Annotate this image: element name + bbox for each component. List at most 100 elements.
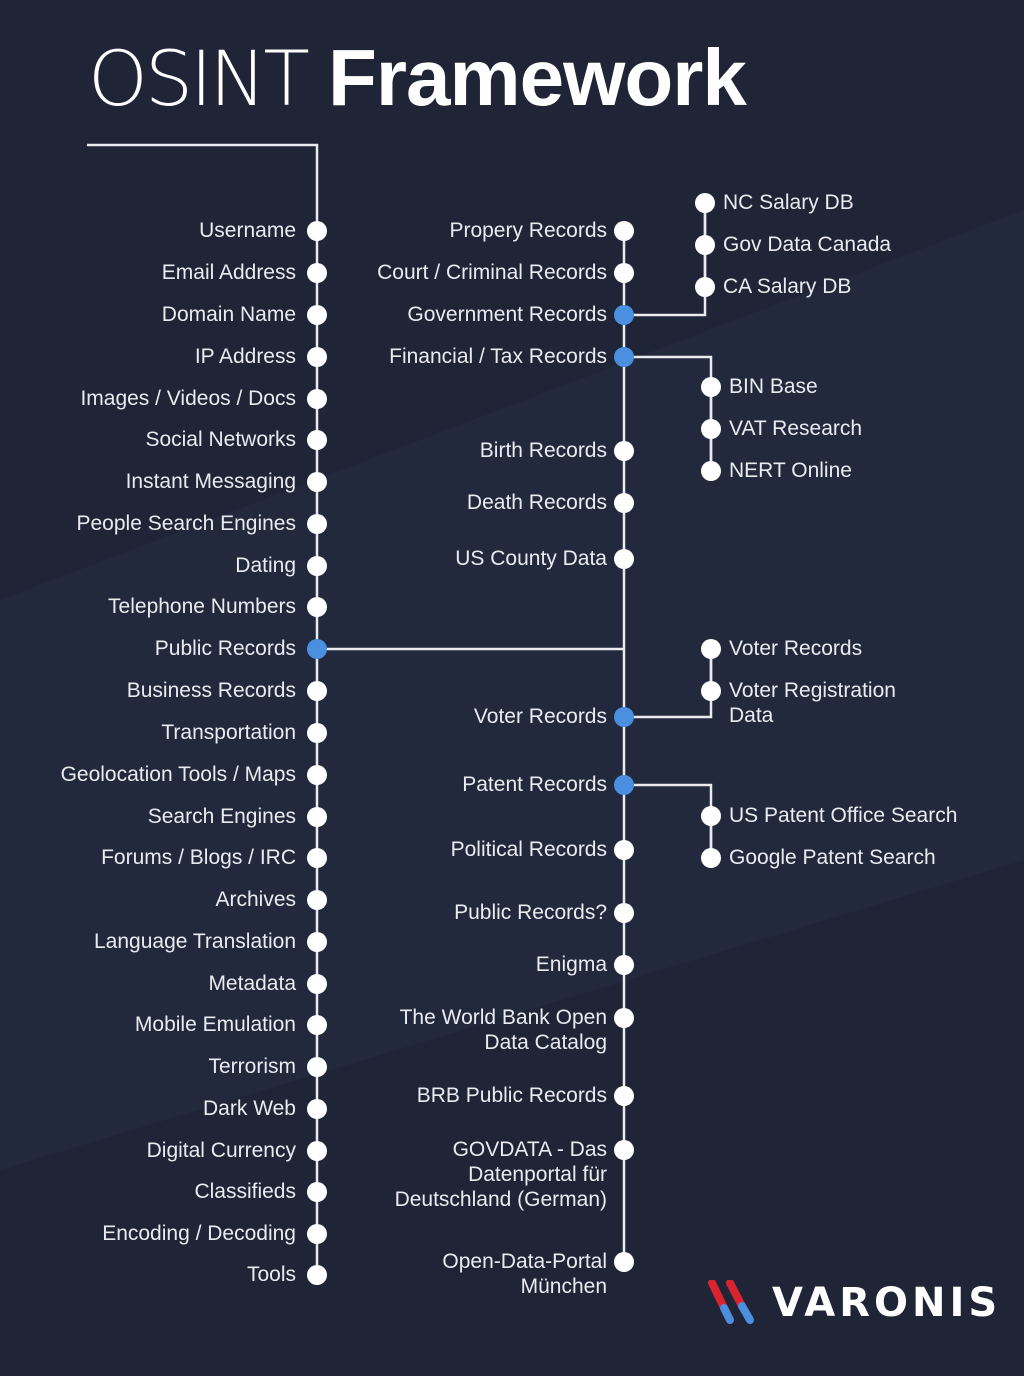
government_records-node[interactable] bbox=[695, 235, 715, 255]
center-item-label[interactable]: Birth Records bbox=[480, 438, 607, 463]
left-item-label[interactable]: Email Address bbox=[162, 260, 296, 285]
left-item-label[interactable]: Transportation bbox=[161, 720, 296, 745]
left-item-node[interactable] bbox=[307, 514, 327, 534]
left-item-node[interactable] bbox=[307, 974, 327, 994]
center-item-node[interactable] bbox=[614, 347, 634, 367]
center-item-label[interactable]: Political Records bbox=[451, 837, 607, 862]
center-item-node[interactable] bbox=[614, 493, 634, 513]
government_records-label[interactable]: Gov Data Canada bbox=[723, 232, 891, 257]
center-item-node[interactable] bbox=[614, 840, 634, 860]
left-item-node[interactable] bbox=[307, 305, 327, 325]
left-item-node[interactable] bbox=[307, 389, 327, 409]
left-item-label[interactable]: Images / Videos / Docs bbox=[80, 386, 296, 411]
left-item-node[interactable] bbox=[307, 765, 327, 785]
center-item-node[interactable] bbox=[614, 903, 634, 923]
center-item-node[interactable] bbox=[614, 1008, 634, 1028]
financial_tax_records-node[interactable] bbox=[701, 419, 721, 439]
voter_records-label[interactable]: Voter Records bbox=[729, 636, 862, 661]
center-item-node[interactable] bbox=[614, 549, 634, 569]
left-item-label[interactable]: Geolocation Tools / Maps bbox=[61, 762, 296, 787]
left-item-label[interactable]: Language Translation bbox=[94, 929, 296, 954]
government_records-node[interactable] bbox=[695, 193, 715, 213]
left-item-label[interactable]: Public Records bbox=[155, 636, 296, 661]
left-item-node[interactable] bbox=[307, 890, 327, 910]
left-item-label[interactable]: Telephone Numbers bbox=[108, 594, 296, 619]
center-item-label[interactable]: Financial / Tax Records bbox=[389, 344, 607, 369]
center-item-label[interactable]: The World Bank Open Data Catalog bbox=[400, 1005, 607, 1055]
left-item-label[interactable]: Dating bbox=[235, 553, 296, 578]
center-item-node[interactable] bbox=[614, 955, 634, 975]
left-item-label[interactable]: Social Networks bbox=[145, 427, 296, 452]
center-item-label[interactable]: Court / Criminal Records bbox=[377, 260, 607, 285]
left-item-node[interactable] bbox=[307, 430, 327, 450]
left-item-node[interactable] bbox=[307, 1265, 327, 1285]
financial_tax_records-label[interactable]: BIN Base bbox=[729, 374, 818, 399]
left-item-node[interactable] bbox=[307, 723, 327, 743]
patent_records-node[interactable] bbox=[701, 806, 721, 826]
center-item-node[interactable] bbox=[614, 305, 634, 325]
financial_tax_records-label[interactable]: VAT Research bbox=[729, 416, 862, 441]
financial_tax_records-node[interactable] bbox=[701, 377, 721, 397]
voter_records-node[interactable] bbox=[701, 639, 721, 659]
left-item-label[interactable]: Business Records bbox=[127, 678, 296, 703]
left-item-label[interactable]: Digital Currency bbox=[147, 1138, 296, 1163]
patent_records-label[interactable]: US Patent Office Search bbox=[729, 803, 957, 828]
left-item-node[interactable] bbox=[307, 1182, 327, 1202]
left-item-label[interactable]: Instant Messaging bbox=[126, 469, 296, 494]
left-item-label[interactable]: Tools bbox=[247, 1262, 296, 1287]
center-item-node[interactable] bbox=[614, 1140, 634, 1160]
left-item-label[interactable]: Domain Name bbox=[162, 302, 296, 327]
left-item-node[interactable] bbox=[307, 347, 327, 367]
government_records-node[interactable] bbox=[695, 277, 715, 297]
center-item-label[interactable]: Government Records bbox=[407, 302, 607, 327]
voter_records-label[interactable]: Voter Registration Data bbox=[729, 678, 896, 728]
left-item-node[interactable] bbox=[307, 263, 327, 283]
center-item-node[interactable] bbox=[614, 707, 634, 727]
left-item-label[interactable]: Classifieds bbox=[194, 1179, 296, 1204]
left-item-node[interactable] bbox=[307, 556, 327, 576]
left-item-node[interactable] bbox=[307, 1057, 327, 1077]
center-item-label[interactable]: Public Records? bbox=[454, 900, 607, 925]
left-item-label[interactable]: Archives bbox=[215, 887, 296, 912]
center-item-label[interactable]: BRB Public Records bbox=[417, 1083, 607, 1108]
patent_records-node[interactable] bbox=[701, 848, 721, 868]
center-item-label[interactable]: Open-Data-Portal München bbox=[442, 1249, 607, 1299]
voter_records-node[interactable] bbox=[701, 681, 721, 701]
center-item-node[interactable] bbox=[614, 1252, 634, 1272]
left-item-node[interactable] bbox=[307, 681, 327, 701]
center-item-node[interactable] bbox=[614, 263, 634, 283]
left-item-label[interactable]: Username bbox=[199, 218, 296, 243]
left-item-label[interactable]: Forums / Blogs / IRC bbox=[101, 845, 296, 870]
left-item-label[interactable]: IP Address bbox=[195, 344, 296, 369]
center-item-label[interactable]: Patent Records bbox=[462, 772, 607, 797]
financial_tax_records-label[interactable]: NERT Online bbox=[729, 458, 852, 483]
patent_records-label[interactable]: Google Patent Search bbox=[729, 845, 936, 870]
center-item-node[interactable] bbox=[614, 775, 634, 795]
center-item-label[interactable]: Propery Records bbox=[449, 218, 607, 243]
left-item-label[interactable]: People Search Engines bbox=[77, 511, 297, 536]
center-item-node[interactable] bbox=[614, 441, 634, 461]
left-item-node[interactable] bbox=[307, 597, 327, 617]
center-item-label[interactable]: US County Data bbox=[455, 546, 607, 571]
center-item-node[interactable] bbox=[614, 1086, 634, 1106]
left-item-node[interactable] bbox=[307, 1141, 327, 1161]
government_records-label[interactable]: NC Salary DB bbox=[723, 190, 854, 215]
left-item-node[interactable] bbox=[307, 1224, 327, 1244]
center-item-node[interactable] bbox=[614, 221, 634, 241]
left-item-label[interactable]: Mobile Emulation bbox=[135, 1012, 296, 1037]
left-item-node[interactable] bbox=[307, 472, 327, 492]
left-item-label[interactable]: Search Engines bbox=[148, 804, 296, 829]
financial_tax_records-node[interactable] bbox=[701, 461, 721, 481]
left-item-node[interactable] bbox=[307, 932, 327, 952]
left-item-node[interactable] bbox=[307, 639, 327, 659]
left-item-label[interactable]: Dark Web bbox=[203, 1096, 296, 1121]
left-item-label[interactable]: Terrorism bbox=[209, 1054, 297, 1079]
left-item-node[interactable] bbox=[307, 807, 327, 827]
center-item-label[interactable]: Enigma bbox=[536, 952, 607, 977]
left-item-label[interactable]: Encoding / Decoding bbox=[102, 1221, 296, 1246]
left-item-label[interactable]: Metadata bbox=[208, 971, 296, 996]
center-item-label[interactable]: GOVDATA - Das Datenportal für Deutschland … bbox=[395, 1137, 607, 1212]
left-item-node[interactable] bbox=[307, 1099, 327, 1119]
left-item-node[interactable] bbox=[307, 221, 327, 241]
left-item-node[interactable] bbox=[307, 1015, 327, 1035]
